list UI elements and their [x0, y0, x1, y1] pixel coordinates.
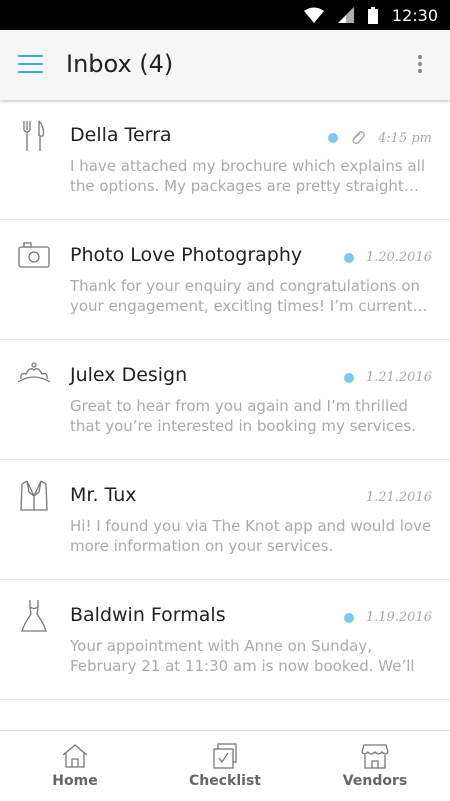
tuxedo-icon — [20, 480, 48, 511]
unread-indicator — [343, 252, 354, 263]
nav-home-label: Home — [52, 773, 98, 789]
nav-checklist-label: Checklist — [189, 773, 261, 789]
checklist-icon — [213, 743, 237, 769]
home-icon — [62, 744, 88, 768]
fork-knife-icon — [23, 120, 45, 151]
nav-checklist[interactable]: Checklist — [150, 731, 300, 801]
message-row[interactable]: Julex Design 1.21.2016 Great to hear fro… — [0, 340, 450, 460]
bottom-nav: Home Checklist Vendors — [0, 730, 450, 801]
message-date: 1.21.2016 — [365, 490, 432, 505]
storefront-icon — [361, 744, 389, 769]
message-preview: I have attached my brochure which explai… — [70, 157, 426, 195]
message-list: Della Terra 4:15 pm I have attached my b… — [0, 100, 450, 730]
nav-vendors-label: Vendors — [342, 773, 408, 789]
status-time: 12:30 — [391, 5, 438, 25]
message-preview: Your appointment with Anne on Sunday, Fe… — [70, 637, 415, 675]
message-row[interactable]: Baldwin Formals 1.19.2016 Your appointme… — [0, 580, 450, 700]
hamburger-menu-icon[interactable] — [18, 55, 43, 73]
vendor-name: Mr. Tux — [70, 484, 137, 506]
message-row[interactable]: Della Terra 4:15 pm I have attached my b… — [0, 100, 450, 220]
status-bar: 12:30 — [0, 0, 450, 30]
unread-indicator — [343, 612, 354, 623]
vendor-name: Photo Love Photography — [70, 244, 303, 266]
message-row[interactable]: Photo Love Photography 1.20.2016 Thank f… — [0, 220, 450, 340]
unread-indicator — [328, 133, 339, 143]
message-date: 1.19.2016 — [365, 610, 432, 625]
app-bar: Inbox (4) — [0, 30, 450, 100]
battery-icon — [367, 6, 378, 24]
tiara-icon — [17, 362, 51, 383]
message-preview: Thank for your enquiry and congratulatio… — [70, 277, 428, 315]
vendor-name: Julex Design — [70, 364, 188, 386]
message-row[interactable]: Mr. Tux 1.21.2016 Hi! I found you via Th… — [0, 460, 450, 580]
nav-vendors[interactable]: Vendors — [300, 731, 450, 801]
vendor-name: Della Terra — [70, 124, 172, 146]
page-title: Inbox (4) — [66, 50, 174, 78]
wifi-icon — [303, 7, 324, 23]
cell-signal-icon — [337, 7, 354, 23]
message-preview: Great to hear from you again and I’m thr… — [70, 397, 416, 435]
nav-home[interactable]: Home — [0, 731, 150, 801]
camera-icon — [18, 242, 50, 268]
overflow-menu-icon[interactable] — [410, 55, 430, 77]
message-preview: Hi! I found you via The Knot app and wou… — [70, 517, 432, 555]
paperclip-icon — [352, 131, 365, 145]
message-date: 4:15 pm — [378, 130, 432, 146]
message-date: 1.21.2016 — [365, 370, 432, 385]
vendor-name: Baldwin Formals — [70, 604, 226, 626]
unread-indicator — [343, 372, 354, 383]
dress-icon — [21, 600, 47, 632]
message-date: 1.20.2016 — [365, 250, 432, 265]
